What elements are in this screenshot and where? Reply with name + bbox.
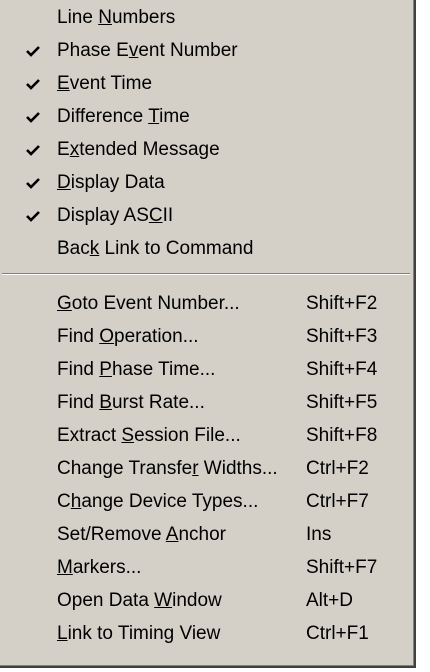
checkmark-icon xyxy=(24,100,42,133)
menu-item-label: Open Data Window xyxy=(57,590,222,611)
menu-item-markers[interactable]: Markers... Shift+F7 xyxy=(0,551,414,584)
menu-item-label: Display Data xyxy=(57,172,165,193)
menu-item-label: Find Phase Time... xyxy=(57,359,216,380)
menu-item-label: Back Link to Command xyxy=(57,238,254,259)
menu-item-label: Change Device Types... xyxy=(57,491,259,512)
menu-item-shortcut: Shift+F7 xyxy=(306,557,378,578)
menu-item-shortcut: Shift+F3 xyxy=(306,326,378,347)
checkmark-icon xyxy=(24,34,42,67)
checkmark-icon xyxy=(24,199,42,232)
menu-item-open-data-window[interactable]: Open Data Window Alt+D xyxy=(0,584,414,617)
menu-item-link-to-timing-view[interactable]: Link to Timing View Ctrl+F1 xyxy=(0,617,414,650)
menu-item-shortcut: Ctrl+F1 xyxy=(306,623,369,644)
menu-item-shortcut: Ins xyxy=(306,524,332,545)
menu-item-shortcut: Ctrl+F2 xyxy=(306,458,369,479)
menu-item-goto-event-number[interactable]: Goto Event Number... Shift+F2 xyxy=(0,287,414,320)
menu-item-find-burst-rate[interactable]: Find Burst Rate... Shift+F5 xyxy=(0,386,414,419)
menu-item-label: Event Time xyxy=(57,73,153,94)
menu-item-shortcut: Ctrl+F7 xyxy=(306,491,369,512)
menu-item-label: Line Numbers xyxy=(57,7,176,28)
menu-item-change-device-types[interactable]: Change Device Types... Ctrl+F7 xyxy=(0,485,414,518)
view-options-group: Line Numbers Phase Event Number Event Ti… xyxy=(0,0,414,265)
menu-item-line-numbers[interactable]: Line Numbers xyxy=(0,1,414,34)
menu-item-shortcut: Shift+F4 xyxy=(306,359,378,380)
menu-item-extended-message[interactable]: Extended Message xyxy=(0,133,414,166)
menu-item-label: Phase Event Number xyxy=(57,40,238,61)
menu-separator xyxy=(0,265,414,287)
menu-item-difference-time[interactable]: Difference Time xyxy=(0,100,414,133)
menu-item-change-transfer-widths[interactable]: Change Transfer Widths... Ctrl+F2 xyxy=(0,452,414,485)
checkmark-icon xyxy=(24,133,42,166)
checkmark-icon xyxy=(24,166,42,199)
menu-item-phase-event-number[interactable]: Phase Event Number xyxy=(0,34,414,67)
menu-item-set-remove-anchor[interactable]: Set/Remove Anchor Ins xyxy=(0,518,414,551)
menu-item-display-ascii[interactable]: Display ASCII xyxy=(0,199,414,232)
menu-item-label: Extended Message xyxy=(57,139,220,160)
context-menu: Line Numbers Phase Event Number Event Ti… xyxy=(0,0,416,668)
menu-item-extract-session-file[interactable]: Extract Session File... Shift+F8 xyxy=(0,419,414,452)
menu-item-label: Find Operation... xyxy=(57,326,199,347)
menu-item-shortcut: Shift+F2 xyxy=(306,293,378,314)
menu-item-label: Goto Event Number... xyxy=(57,293,240,314)
menu-item-label: Set/Remove Anchor xyxy=(57,524,226,545)
menu-item-back-link-to-command[interactable]: Back Link to Command xyxy=(0,232,414,265)
menu-item-find-operation[interactable]: Find Operation... Shift+F3 xyxy=(0,320,414,353)
menu-item-shortcut: Shift+F5 xyxy=(306,392,378,413)
menu-item-find-phase-time[interactable]: Find Phase Time... Shift+F4 xyxy=(0,353,414,386)
menu-item-event-time[interactable]: Event Time xyxy=(0,67,414,100)
menu-item-label: Change Transfer Widths... xyxy=(57,458,278,479)
commands-group: Goto Event Number... Shift+F2 Find Opera… xyxy=(0,287,414,650)
menu-item-shortcut: Alt+D xyxy=(306,590,353,611)
menu-item-label: Extract Session File... xyxy=(57,425,241,446)
menu-item-label: Find Burst Rate... xyxy=(57,392,205,413)
menu-item-label: Difference Time xyxy=(57,106,190,127)
menu-item-display-data[interactable]: Display Data xyxy=(0,166,414,199)
menu-item-shortcut: Shift+F8 xyxy=(306,425,378,446)
menu-item-label: Display ASCII xyxy=(57,205,174,226)
menu-item-label: Link to Timing View xyxy=(57,623,221,644)
checkmark-icon xyxy=(24,67,42,100)
menu-item-label: Markers... xyxy=(57,557,142,578)
